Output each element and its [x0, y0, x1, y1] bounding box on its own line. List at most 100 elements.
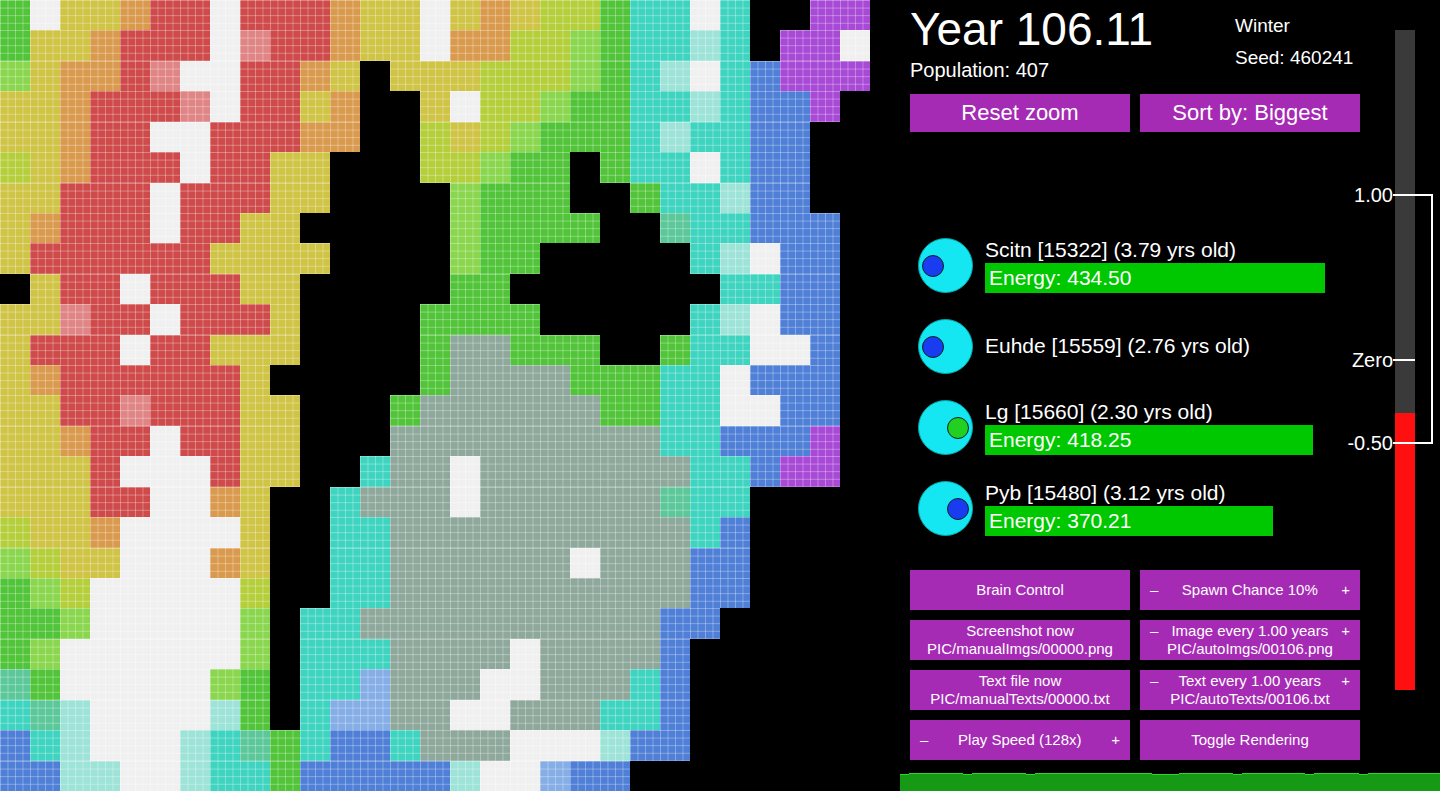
map-tile[interactable] — [120, 335, 150, 365]
map-tile[interactable] — [270, 700, 300, 730]
map-tile[interactable] — [420, 30, 450, 60]
map-tile[interactable] — [30, 487, 60, 517]
map-tile[interactable] — [120, 274, 150, 304]
map-tile[interactable] — [510, 30, 540, 60]
map-tile[interactable] — [630, 61, 660, 91]
map-tile[interactable] — [60, 700, 90, 730]
map-tile[interactable] — [510, 395, 540, 425]
map-tile[interactable] — [90, 30, 120, 60]
map-tile[interactable] — [780, 639, 810, 669]
map-tile[interactable] — [660, 395, 690, 425]
map-tile[interactable] — [210, 730, 240, 760]
map-tile[interactable] — [570, 0, 600, 30]
map-tile[interactable] — [90, 700, 120, 730]
map-tile[interactable] — [570, 730, 600, 760]
map-tile[interactable] — [150, 152, 180, 182]
map-tile[interactable] — [300, 61, 330, 91]
map-tile[interactable] — [300, 608, 330, 638]
map-tile[interactable] — [660, 426, 690, 456]
map-tile[interactable] — [840, 213, 870, 243]
creature-item[interactable]: Lg [15660] (2.30 yrs old)Energy: 418.25 — [910, 400, 1380, 455]
map-tile[interactable] — [780, 274, 810, 304]
map-tile[interactable] — [870, 487, 900, 517]
map-tile[interactable] — [60, 608, 90, 638]
map-tile[interactable] — [210, 395, 240, 425]
map-tile[interactable] — [60, 426, 90, 456]
map-tile[interactable] — [750, 365, 780, 395]
map-tile[interactable] — [840, 61, 870, 91]
map-tile[interactable] — [390, 456, 420, 486]
map-tile[interactable] — [570, 30, 600, 60]
map-tile[interactable] — [450, 183, 480, 213]
map-tile[interactable] — [450, 274, 480, 304]
creature-item[interactable]: Pyb [15480] (3.12 yrs old)Energy: 370.21 — [910, 481, 1380, 536]
map-tile[interactable] — [420, 426, 450, 456]
map-tile[interactable] — [810, 122, 840, 152]
map-tile[interactable] — [330, 152, 360, 182]
map-tile[interactable] — [660, 548, 690, 578]
map-tile[interactable] — [600, 395, 630, 425]
map-tile[interactable] — [0, 304, 30, 334]
map-tile[interactable] — [600, 761, 630, 791]
map-tile[interactable] — [450, 61, 480, 91]
map-tile[interactable] — [600, 730, 630, 760]
map-tile[interactable] — [180, 700, 210, 730]
map-tile[interactable] — [690, 304, 720, 334]
map-tile[interactable] — [690, 61, 720, 91]
map-tile[interactable] — [330, 456, 360, 486]
map-tile[interactable] — [480, 548, 510, 578]
increase-button[interactable]: + — [1337, 672, 1354, 690]
map-tile[interactable] — [810, 243, 840, 273]
map-tile[interactable] — [150, 700, 180, 730]
map-tile[interactable] — [120, 517, 150, 547]
map-tile[interactable] — [60, 274, 90, 304]
map-tile[interactable] — [30, 91, 60, 121]
map-tile[interactable] — [870, 669, 900, 699]
map-tile[interactable] — [510, 730, 540, 760]
map-tile[interactable] — [150, 61, 180, 91]
map-tile[interactable] — [390, 243, 420, 273]
map-tile[interactable] — [240, 365, 270, 395]
map-tile[interactable] — [390, 152, 420, 182]
map-tile[interactable] — [0, 335, 30, 365]
map-tile[interactable] — [90, 761, 120, 791]
map-tile[interactable] — [840, 669, 870, 699]
map-tile[interactable] — [270, 669, 300, 699]
map-tile[interactable] — [180, 456, 210, 486]
map-tile[interactable] — [420, 608, 450, 638]
map-tile[interactable] — [360, 335, 390, 365]
map-tile[interactable] — [780, 761, 810, 791]
map-tile[interactable] — [60, 0, 90, 30]
map-tile[interactable] — [480, 669, 510, 699]
map-tile[interactable] — [870, 304, 900, 334]
map-tile[interactable] — [420, 395, 450, 425]
map-tile[interactable] — [120, 122, 150, 152]
map-tile[interactable] — [150, 30, 180, 60]
map-tile[interactable] — [720, 730, 750, 760]
map-tile[interactable] — [630, 30, 660, 60]
map-tile[interactable] — [330, 304, 360, 334]
map-tile[interactable] — [630, 91, 660, 121]
map-tile[interactable] — [360, 548, 390, 578]
map-tile[interactable] — [90, 487, 120, 517]
map-tile[interactable] — [810, 395, 840, 425]
map-tile[interactable] — [120, 761, 150, 791]
map-tile[interactable] — [0, 152, 30, 182]
map-tile[interactable] — [510, 700, 540, 730]
map-tile[interactable] — [300, 152, 330, 182]
map-tile[interactable] — [810, 0, 840, 30]
map-tile[interactable] — [420, 578, 450, 608]
map-tile[interactable] — [480, 0, 510, 30]
map-tile[interactable] — [810, 335, 840, 365]
map-tile[interactable] — [480, 730, 510, 760]
map-tile[interactable] — [840, 700, 870, 730]
map-tile[interactable] — [720, 213, 750, 243]
map-tile[interactable] — [690, 578, 720, 608]
map-tile[interactable] — [30, 335, 60, 365]
map-tile[interactable] — [60, 91, 90, 121]
map-tile[interactable] — [210, 183, 240, 213]
map-tile[interactable] — [570, 456, 600, 486]
map-tile[interactable] — [30, 183, 60, 213]
map-tile[interactable] — [270, 30, 300, 60]
map-tile[interactable] — [480, 578, 510, 608]
